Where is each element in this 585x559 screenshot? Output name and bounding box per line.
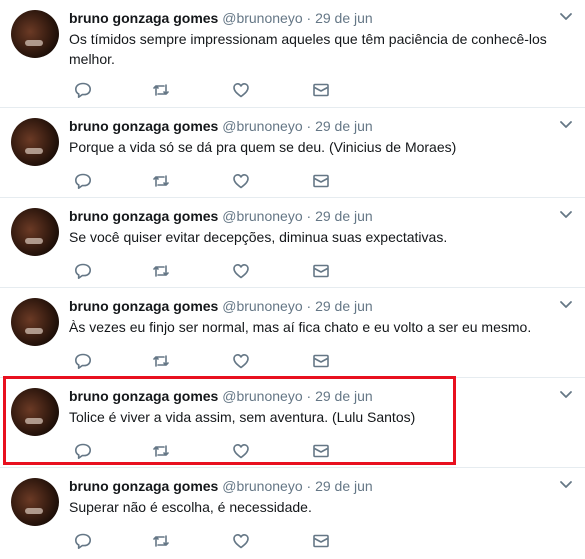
- tweet-3[interactable]: bruno gonzaga gomes @brunoneyo · 29 de j…: [0, 288, 585, 378]
- tweet-actions: [69, 351, 369, 371]
- retweet-icon[interactable]: [151, 351, 171, 371]
- retweet-icon[interactable]: [151, 261, 171, 281]
- heart-icon[interactable]: [231, 80, 251, 100]
- chevron-down-icon[interactable]: [559, 480, 573, 490]
- tweet-actions: [69, 531, 369, 551]
- avatar[interactable]: [11, 118, 59, 166]
- tweet-timestamp[interactable]: 29 de jun: [315, 478, 373, 494]
- chevron-down-icon[interactable]: [559, 120, 573, 130]
- envelope-icon[interactable]: [311, 261, 331, 281]
- heart-icon[interactable]: [231, 261, 251, 281]
- tweet-timestamp[interactable]: 29 de jun: [315, 10, 373, 26]
- tweet-text: Porque a vida só se dá pra quem se deu. …: [69, 139, 457, 155]
- tweet-header: bruno gonzaga gomes @brunoneyo · 29 de j…: [69, 117, 373, 135]
- user-name[interactable]: bruno gonzaga gomes: [69, 298, 218, 314]
- reply-icon[interactable]: [73, 531, 93, 551]
- retweet-icon[interactable]: [151, 531, 171, 551]
- tweet-1[interactable]: bruno gonzaga gomes @brunoneyo · 29 de j…: [0, 108, 585, 198]
- reply-icon[interactable]: [73, 171, 93, 191]
- tweet-header: bruno gonzaga gomes @brunoneyo · 29 de j…: [69, 477, 373, 495]
- tweet-timestamp[interactable]: 29 de jun: [315, 208, 373, 224]
- retweet-icon[interactable]: [151, 80, 171, 100]
- separator-dot: ·: [306, 10, 312, 26]
- tweet-2[interactable]: bruno gonzaga gomes @brunoneyo · 29 de j…: [0, 198, 585, 288]
- envelope-icon[interactable]: [311, 531, 331, 551]
- tweet-text: Se você quiser evitar decepções, diminua…: [69, 229, 448, 245]
- tweet-text: Superar não é escolha, é necessidade.: [69, 499, 312, 515]
- tweet-actions: [69, 171, 369, 191]
- user-name[interactable]: bruno gonzaga gomes: [69, 208, 218, 224]
- separator-dot: ·: [306, 298, 312, 314]
- tweet-actions: [69, 80, 369, 100]
- user-name[interactable]: bruno gonzaga gomes: [69, 10, 218, 26]
- separator-dot: ·: [306, 478, 312, 494]
- avatar[interactable]: [11, 208, 59, 256]
- user-handle[interactable]: @brunoneyo: [222, 478, 302, 494]
- separator-dot: ·: [306, 208, 312, 224]
- user-handle[interactable]: @brunoneyo: [222, 208, 302, 224]
- tweet-timeline: bruno gonzaga gomes @brunoneyo · 29 de j…: [0, 0, 585, 559]
- tweet-5[interactable]: bruno gonzaga gomes @brunoneyo · 29 de j…: [0, 468, 585, 559]
- user-handle[interactable]: @brunoneyo: [222, 118, 302, 134]
- envelope-icon[interactable]: [311, 171, 331, 191]
- avatar[interactable]: [11, 10, 59, 58]
- reply-icon[interactable]: [73, 80, 93, 100]
- reply-icon[interactable]: [73, 351, 93, 371]
- heart-icon[interactable]: [231, 531, 251, 551]
- separator-dot: ·: [306, 118, 312, 134]
- user-name[interactable]: bruno gonzaga gomes: [69, 118, 218, 134]
- user-handle[interactable]: @brunoneyo: [222, 10, 302, 26]
- user-name[interactable]: bruno gonzaga gomes: [69, 478, 218, 494]
- tweet-timestamp[interactable]: 29 de jun: [315, 298, 373, 314]
- tweet-0[interactable]: bruno gonzaga gomes @brunoneyo · 29 de j…: [0, 0, 585, 108]
- tweet-timestamp[interactable]: 29 de jun: [315, 118, 373, 134]
- heart-icon[interactable]: [231, 351, 251, 371]
- chevron-down-icon[interactable]: [559, 12, 573, 22]
- tweet-header: bruno gonzaga gomes @brunoneyo · 29 de j…: [69, 297, 373, 315]
- chevron-down-icon[interactable]: [559, 390, 573, 400]
- envelope-icon[interactable]: [311, 80, 331, 100]
- tweet-text: Os tímidos sempre impressionam aqueles q…: [69, 31, 547, 67]
- tweet-actions: [69, 261, 369, 281]
- avatar[interactable]: [11, 298, 59, 346]
- reply-icon[interactable]: [73, 261, 93, 281]
- envelope-icon[interactable]: [311, 351, 331, 371]
- chevron-down-icon[interactable]: [559, 300, 573, 310]
- avatar[interactable]: [11, 478, 59, 526]
- tweet-header: bruno gonzaga gomes @brunoneyo · 29 de j…: [69, 9, 373, 27]
- retweet-icon[interactable]: [151, 171, 171, 191]
- heart-icon[interactable]: [231, 171, 251, 191]
- tweet-text: Às vezes eu finjo ser normal, mas aí fic…: [69, 319, 532, 335]
- tweet-header: bruno gonzaga gomes @brunoneyo · 29 de j…: [69, 207, 373, 225]
- user-handle[interactable]: @brunoneyo: [222, 298, 302, 314]
- chevron-down-icon[interactable]: [559, 210, 573, 220]
- highlight-box: [3, 376, 456, 465]
